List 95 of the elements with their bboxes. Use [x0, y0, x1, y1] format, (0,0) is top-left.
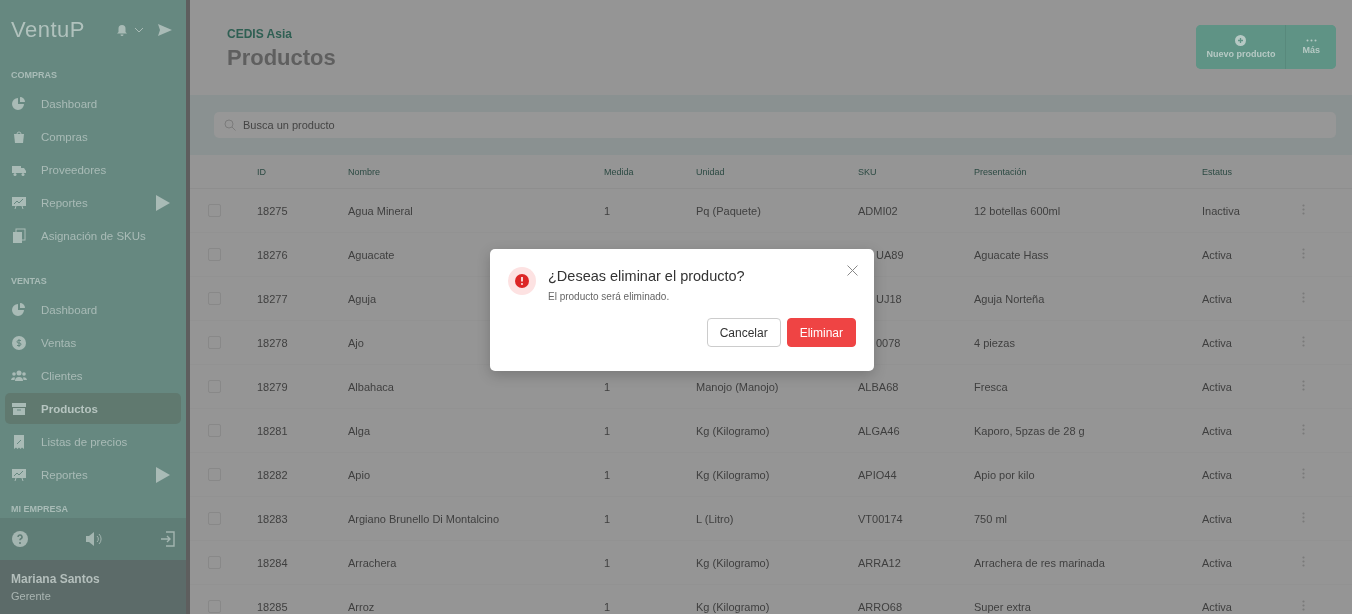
table-cell: 1	[604, 424, 611, 437]
table-cell: Super extra	[974, 600, 1031, 613]
section-heading: COMPRAS	[10, 69, 58, 82]
table-cell: Arroz	[348, 600, 375, 613]
table-cell: ALBA68	[858, 380, 899, 393]
breadcrumb: CEDIS Asia	[227, 27, 293, 41]
table-cell: ARRO68	[858, 600, 903, 613]
table-cell: 18283	[257, 512, 288, 525]
user-role: Gerente	[11, 590, 52, 602]
table-cell: L (Litro)	[696, 512, 734, 525]
dialog-message: El producto será eliminado.	[548, 291, 671, 302]
table-cell: Aguja	[348, 292, 377, 305]
sidebar-item[interactable]: Clientes	[5, 360, 181, 391]
column-header: Presentación	[974, 166, 1027, 177]
table-cell: 18276	[257, 248, 288, 261]
column-header: Estatus	[1202, 166, 1232, 177]
user-name: Mariana Santos	[11, 572, 101, 586]
table-cell: Activa	[1202, 600, 1232, 613]
table-cell: 18277	[257, 292, 288, 305]
table-cell: 1	[604, 204, 611, 217]
column-header: Medida	[604, 166, 634, 177]
table-cell: 750 ml	[974, 512, 1008, 525]
delete-button[interactable]: Eliminar	[786, 318, 856, 347]
table-cell: Activa	[1202, 424, 1232, 437]
table-cell: 12 botellas 600ml	[974, 204, 1061, 217]
sidebar-item[interactable]: Reportes	[5, 459, 181, 490]
sidebar-item[interactable]: Productos	[5, 393, 181, 424]
sidebar-item[interactable]: Listas de precios	[5, 426, 181, 457]
table-cell: 1	[604, 468, 611, 481]
sidebar-item[interactable]: Ventas	[5, 327, 181, 358]
table-cell: Pq (Paquete)	[696, 204, 761, 217]
column-header: Nombre	[348, 166, 380, 177]
table-cell: Kaporo, 5pzas de 28 g	[974, 424, 1085, 437]
table-cell-text: 0078	[875, 336, 901, 349]
sidebar-item[interactable]: Reportes	[5, 187, 181, 218]
table-cell: ARRA12	[858, 556, 901, 569]
sidebar-item[interactable]: Dashboard	[5, 88, 181, 119]
table-cell: Aguja Norteña	[974, 292, 1045, 305]
table-cell: Aguacate	[348, 248, 395, 261]
table-cell: Activa	[1202, 556, 1232, 569]
column-header: ID	[257, 166, 266, 177]
table-cell: 18275	[257, 204, 288, 217]
table-cell: 18285	[257, 600, 288, 613]
table-cell: ADMI02	[858, 204, 898, 217]
table-cell: Kg (Kilogramo)	[696, 556, 770, 569]
table-cell: 18279	[257, 380, 288, 393]
table-cell: Argiano Brunello Di Montalcino	[348, 512, 500, 525]
table-cell: APIO44	[858, 468, 897, 481]
column-header: SKU	[858, 166, 877, 177]
table-cell: VT00174	[858, 512, 903, 525]
table-cell: Kg (Kilogramo)	[696, 468, 770, 481]
table-cell: Fresca	[974, 380, 1008, 393]
cancel-button[interactable]: Cancelar	[706, 318, 781, 347]
table-cell: Manojo (Manojo)	[696, 380, 779, 393]
table-cell: 18278	[257, 336, 288, 349]
table-cell: Activa	[1202, 248, 1232, 261]
sidebar-item[interactable]: Proveedores	[5, 154, 181, 185]
table-cell: Kg (Kilogramo)	[696, 424, 770, 437]
table-cell: Alga	[348, 424, 371, 437]
table-cell: Arrachera de res marinada	[974, 556, 1105, 569]
table-cell: Albahaca	[348, 380, 394, 393]
table-cell: 18282	[257, 468, 288, 481]
table-cell: 1	[604, 380, 611, 393]
table-cell: Activa	[1202, 468, 1232, 481]
dialog-title: ¿Deseas eliminar el producto?	[548, 268, 746, 284]
table-cell: 18281	[257, 424, 288, 437]
table-cell: Agua Mineral	[348, 204, 413, 217]
column-header: Unidad	[696, 166, 725, 177]
sidebar-item[interactable]: Dashboard	[5, 294, 181, 325]
table-cell: Aguacate Hass	[974, 248, 1049, 261]
section-heading: VENTAS	[10, 275, 48, 288]
table-cell: 18284	[257, 556, 288, 569]
section-heading: MI EMPRESA	[10, 504, 69, 516]
table-cell: Ajo	[348, 336, 364, 349]
sidebar-item[interactable]: Compras	[5, 121, 181, 152]
logo: VentuP	[11, 17, 86, 43]
table-cell: Inactiva	[1202, 204, 1240, 217]
search-field[interactable]: Busca un producto	[214, 112, 1336, 138]
table-cell: Apio	[348, 468, 371, 481]
table-cell-text: UA89	[875, 248, 904, 261]
more-button[interactable]: Más	[1285, 25, 1336, 69]
table-cell: 1	[604, 600, 611, 613]
table-cell: Activa	[1202, 380, 1232, 393]
table-cell: Activa	[1202, 292, 1232, 305]
table-cell: 1	[604, 512, 611, 525]
table-cell: Activa	[1202, 512, 1232, 525]
table-cell: Kg (Kilogramo)	[696, 600, 770, 613]
table-cell: Arrachera	[348, 556, 397, 569]
sidebar-item[interactable]: Asignación de SKUs	[5, 220, 181, 251]
table-cell-text: UJ18	[875, 292, 902, 305]
table-cell: ALGA46	[858, 424, 900, 437]
table-cell: Activa	[1202, 336, 1232, 349]
table-cell: 4 piezas	[974, 336, 1015, 349]
table-cell: Apio por kilo	[974, 468, 1035, 481]
table-cell: 1	[604, 556, 611, 569]
